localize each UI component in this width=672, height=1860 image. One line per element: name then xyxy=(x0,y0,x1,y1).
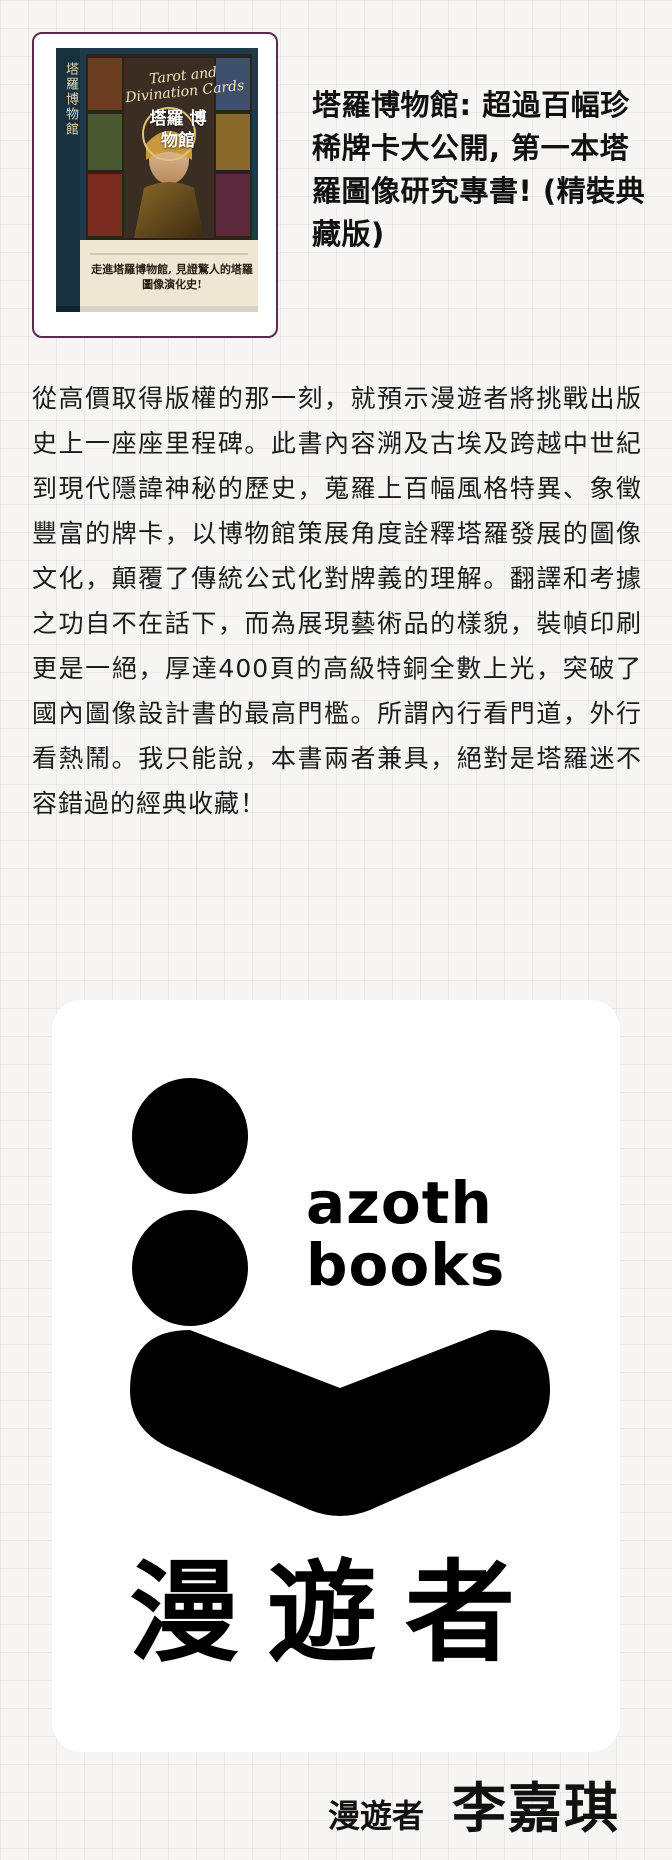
book-cover-card[interactable]: 塔羅博物館 Tarot and Divination Cards 塔羅 博物館 … xyxy=(32,32,278,338)
logo-chinese-name: 漫遊者 xyxy=(129,1548,543,1677)
book-cover-image: 塔羅博物館 Tarot and Divination Cards 塔羅 博物館 … xyxy=(56,48,258,320)
logo-dot-middle-icon xyxy=(132,1210,248,1326)
logo-wordmark-line1: azoth xyxy=(306,1169,493,1237)
cover-main-title: 塔羅 博物館 xyxy=(149,109,207,151)
review-text: 從高價取得版權的那一刻，就預示漫遊者將挑戰出版史上一座座里程碑。此書內容溯及古埃… xyxy=(32,384,642,818)
publisher-logo: azoth books 漫遊者 xyxy=(52,1000,620,1752)
logo-wordmark: azoth books xyxy=(306,1172,566,1296)
reviewer-signature: 漫遊者 李嘉琪 xyxy=(328,1764,620,1843)
signature-organization: 漫遊者 xyxy=(327,1797,424,1835)
logo-dot-top-icon xyxy=(132,1078,248,1194)
book-title: 塔羅博物館: 超過百幅珍稀牌卡大公開, 第一本塔羅圖像研究專書! (精裝典藏版) xyxy=(312,88,646,251)
cover-tagline: 走進塔羅博物館, 見證驚人的塔羅圖像演化史! xyxy=(91,263,253,291)
signature-name: 李嘉琪 xyxy=(452,1777,620,1840)
cover-spine-title: 塔羅博物館 xyxy=(63,62,78,137)
logo-chevron-icon xyxy=(130,1330,550,1520)
logo-wordmark-line2: books xyxy=(306,1231,506,1299)
